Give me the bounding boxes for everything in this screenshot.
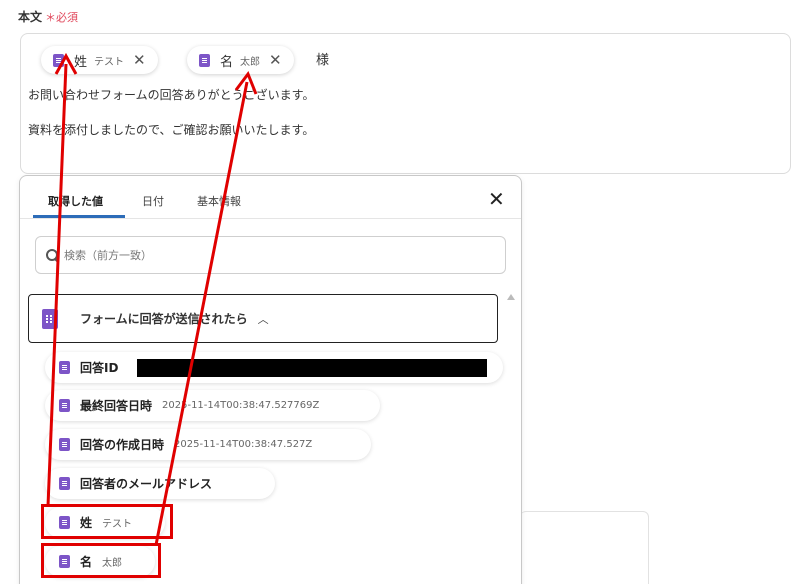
document-icon (59, 438, 70, 451)
editor-suffix-text: 様 (316, 53, 330, 68)
tab-basic-info[interactable]: 基本情報 (197, 193, 241, 209)
item-label: 回答者のメールアドレス (80, 477, 213, 491)
variable-chip-last-name[interactable]: 姓 テスト ✕ (41, 46, 158, 74)
document-icon (59, 361, 70, 374)
scroll-up-icon[interactable] (507, 294, 515, 300)
item-value: 2025-11-14T00:38:47.527769Z (162, 400, 320, 411)
chip-value: 太郎 (240, 56, 261, 68)
body-label-text: 本文 (18, 10, 43, 24)
chip-name: 名 (220, 54, 234, 70)
editor-line-2: 資料を添付しましたので、ご確認お願いいたします。 (28, 123, 315, 137)
list-item-response-id[interactable]: 回答ID (45, 352, 503, 383)
document-icon (199, 53, 210, 67)
highlight-box-last-name (41, 504, 173, 539)
list-item-respondent-email[interactable]: 回答者のメールアドレス (45, 468, 275, 499)
close-icon[interactable]: ✕ (269, 52, 282, 68)
search-input[interactable]: 検索（前方一致） (35, 236, 506, 274)
close-icon[interactable]: ✕ (488, 187, 505, 211)
highlight-box-first-name (41, 543, 161, 578)
trigger-label: フォームに回答が送信されたら (80, 312, 248, 326)
variable-chip-first-name[interactable]: 名 太郎 ✕ (187, 46, 294, 74)
chip-name: 姓 (74, 54, 88, 70)
list-item-last-response-time[interactable]: 最終回答日時 2025-11-14T00:38:47.527769Z (45, 390, 380, 421)
scrollbar[interactable] (506, 294, 516, 584)
redacted-value (137, 359, 487, 377)
form-icon (42, 308, 58, 329)
document-icon (53, 53, 64, 67)
chevron-up-icon[interactable]: ︿ (258, 311, 269, 327)
tab-date[interactable]: 日付 (142, 193, 164, 209)
item-label: 回答ID (80, 361, 119, 375)
document-icon (59, 399, 70, 412)
tab-divider (20, 218, 521, 219)
body-field-label: 本文 ＊必須 (18, 8, 78, 25)
list-item-response-created-time[interactable]: 回答の作成日時 2025-11-14T00:38:47.527Z (45, 429, 371, 460)
background-panel (520, 511, 649, 584)
search-icon (46, 248, 59, 262)
document-icon (59, 477, 70, 490)
required-mark: ＊必須 (45, 11, 79, 24)
editor-line-1: お問い合わせフォームの回答ありがとうございます。 (28, 88, 315, 102)
item-value: 2025-11-14T00:38:47.527Z (174, 439, 313, 450)
tab-acquired-values[interactable]: 取得した値 (48, 193, 103, 209)
item-label: 回答の作成日時 (80, 438, 165, 452)
body-text-editor[interactable]: 姓 テスト ✕ 名 太郎 ✕ (20, 33, 791, 174)
trigger-group-header[interactable]: フォームに回答が送信されたら ︿ (28, 294, 498, 343)
search-placeholder: 検索（前方一致） (64, 249, 152, 262)
chip-value: テスト (94, 56, 125, 68)
close-icon[interactable]: ✕ (133, 52, 146, 68)
item-label: 最終回答日時 (80, 399, 153, 413)
